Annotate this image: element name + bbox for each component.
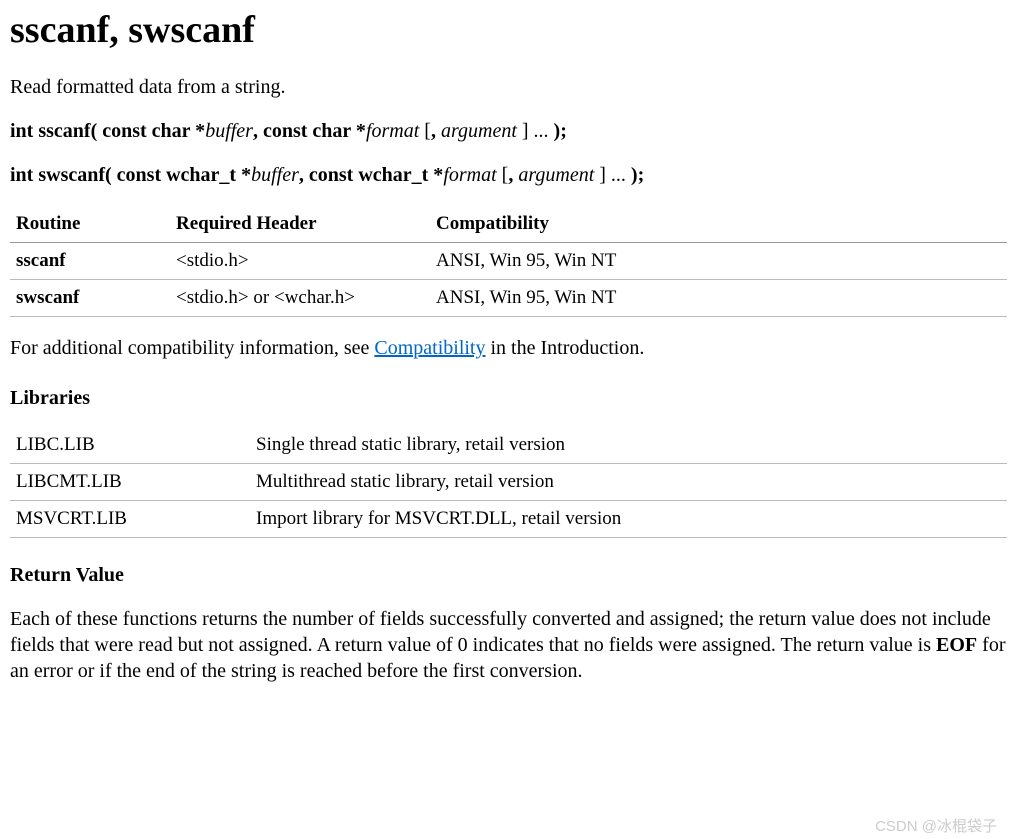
col-routine: Routine: [10, 206, 170, 243]
table-row: LIBC.LIB Single thread static library, r…: [10, 427, 1007, 464]
table-row: sscanf <stdio.h> ANSI, Win 95, Win NT: [10, 243, 1007, 280]
table-row: swscanf <stdio.h> or <wchar.h> ANSI, Win…: [10, 280, 1007, 317]
page-title: sscanf, swscanf: [10, 8, 1007, 52]
return-value-text: Each of these functions returns the numb…: [10, 606, 1007, 684]
compatibility-link[interactable]: Compatibility: [374, 337, 485, 359]
compatibility-table: Routine Required Header Compatibility ss…: [10, 206, 1007, 317]
libraries-heading: Libraries: [10, 385, 1007, 411]
signature-sscanf: int sscanf( const char *buffer, const ch…: [10, 118, 1007, 144]
return-value-heading: Return Value: [10, 562, 1007, 588]
compat-note: For additional compatibility information…: [10, 335, 1007, 361]
table-row: MSVCRT.LIB Import library for MSVCRT.DLL…: [10, 501, 1007, 538]
table-header-row: Routine Required Header Compatibility: [10, 206, 1007, 243]
libraries-table: LIBC.LIB Single thread static library, r…: [10, 427, 1007, 538]
signature-swscanf: int swscanf( const wchar_t *buffer, cons…: [10, 162, 1007, 188]
table-row: LIBCMT.LIB Multithread static library, r…: [10, 464, 1007, 501]
summary-text: Read formatted data from a string.: [10, 74, 1007, 100]
watermark-text: CSDN @冰棍袋子: [875, 815, 997, 836]
col-header: Required Header: [170, 206, 430, 243]
col-compat: Compatibility: [430, 206, 1007, 243]
